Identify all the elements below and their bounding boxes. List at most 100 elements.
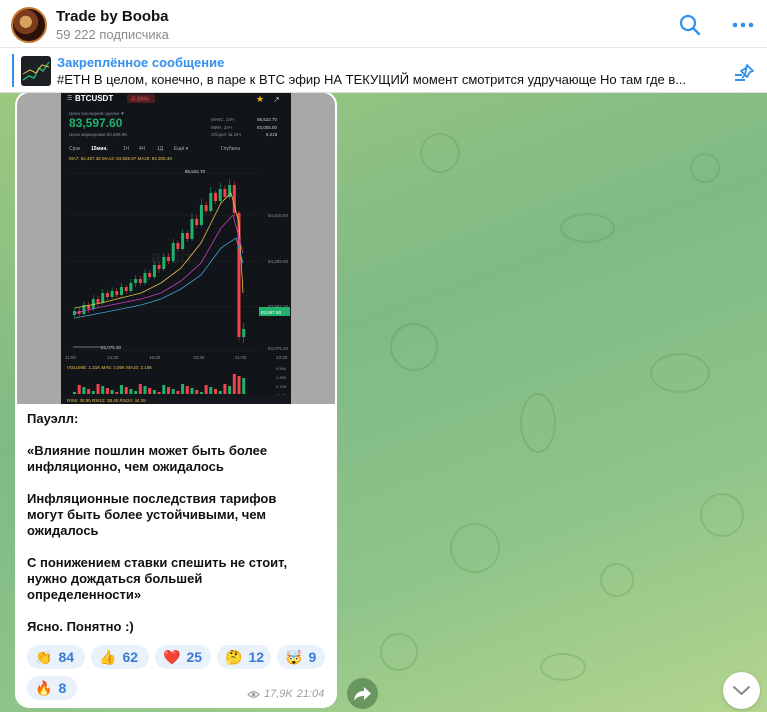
reaction-mind-blown[interactable]: 🤯 9 (277, 645, 325, 669)
candle-body (138, 279, 142, 283)
candle-body (115, 291, 119, 295)
volume-bar (148, 388, 152, 394)
volume-bar (232, 374, 236, 394)
candle-body (195, 219, 199, 225)
volume-bar (115, 392, 119, 394)
candle-body (105, 293, 109, 297)
svg-text:83,075.30: 83,075.30 (268, 346, 289, 351)
svg-text:18:30: 18:30 (193, 355, 205, 360)
candle-body (120, 287, 123, 295)
forward-arrow-icon (354, 687, 371, 701)
svg-text:84,299.00: 84,299.00 (268, 259, 289, 264)
svg-text:83,075.30: 83,075.30 (101, 345, 122, 350)
svg-text:1Ч: 1Ч (123, 146, 129, 152)
svg-text:МИН. 24Ч: МИН. 24Ч (211, 125, 232, 130)
pinned-thumbnail (21, 56, 51, 86)
candle-body (237, 213, 241, 337)
views-eye-icon (247, 690, 260, 698)
reaction-clap[interactable]: 👏 84 (27, 645, 85, 669)
candle-body (96, 299, 100, 303)
more-options-icon[interactable] (730, 12, 756, 38)
channel-avatar[interactable] (11, 7, 47, 43)
svg-text:13:30: 13:30 (107, 355, 119, 360)
volume-bar (209, 387, 213, 394)
share-out-icon: ↗ (273, 95, 280, 104)
svg-text:Глубина: Глубина (221, 146, 240, 152)
mark-price-label: Цена маркировки 83,599.96 (69, 132, 127, 137)
svg-text:Срок: Срок (69, 146, 81, 152)
candle-body (218, 189, 222, 201)
message-text: Пауэлл: «Влияние пошлин может быть более… (27, 411, 327, 651)
reaction-heart[interactable]: ❤️ 25 (155, 645, 211, 669)
reaction-count: 25 (186, 649, 203, 665)
mind-blown-icon: 🤯 (285, 648, 303, 665)
favorite-star-icon: ★ (256, 94, 264, 104)
channel-title[interactable]: Trade by Booba (56, 8, 169, 25)
volume-bar (167, 387, 170, 394)
svg-text:2.19K: 2.19K (276, 384, 287, 389)
candle-body (214, 193, 217, 201)
volume-bar (190, 388, 194, 394)
view-count: 17,9K (264, 688, 293, 700)
volume-bar (199, 392, 203, 394)
volume-bar (82, 387, 86, 394)
pinned-text: #ETH В целом, конечно, в паре к BTC эфир… (57, 72, 687, 87)
pinned-indicator (12, 54, 14, 87)
reaction-fire[interactable]: 🔥 8 (27, 676, 77, 700)
candle-body (176, 243, 180, 249)
svg-text:4Ч: 4Ч (139, 146, 145, 152)
pinned-list-icon[interactable] (733, 61, 757, 83)
chevron-down-icon (733, 686, 750, 695)
reaction-count: 62 (122, 649, 139, 665)
volume-bar (218, 391, 222, 394)
svg-text:RSI6: 30.95 RSI12: 38.45 RSI: RSI6: 30.95 RSI12: 38.45 RSI24: 44.35 (67, 398, 146, 403)
message-time: 21:04 (296, 688, 325, 700)
svg-text:23:30: 23:30 (276, 355, 288, 360)
candle-body (209, 193, 213, 211)
chat-header: Trade by Booba 59 222 подписчика (0, 0, 767, 48)
candle-body (242, 329, 246, 337)
svg-text:21:00: 21:00 (235, 355, 247, 360)
message-meta: 17,9K 21:04 (247, 688, 324, 700)
volume-bar (91, 391, 95, 394)
thinking-face-icon: 🤔 (225, 648, 243, 665)
svg-text:85,522.70: 85,522.70 (257, 117, 278, 122)
svg-text:15мин.: 15мин. (91, 146, 108, 152)
volume-bar (129, 389, 133, 394)
search-icon[interactable] (677, 12, 703, 38)
pinned-message-bar[interactable]: Закреплённое сообщение #ETH В целом, кон… (0, 48, 767, 93)
reaction-count: 84 (58, 649, 75, 665)
volume-bar (73, 392, 76, 394)
candle-body (199, 205, 203, 225)
candle-body (157, 265, 161, 269)
forward-button[interactable] (347, 678, 378, 709)
axis-high: 85,522.70 (185, 169, 206, 174)
scroll-down-button[interactable] (723, 672, 760, 709)
heart-icon: ❤️ (163, 648, 181, 665)
volume-bar (152, 390, 156, 394)
volume-bar (195, 390, 199, 394)
candle-body (171, 243, 175, 261)
reaction-thinking[interactable]: 🤔 12 (217, 645, 271, 669)
svg-text:VOLUME: 1.31K MA5: 3.05K MA1: VOLUME: 1.31K MA5: 3.05K MA10: 2.10K (67, 365, 152, 370)
svg-text:16:00: 16:00 (149, 355, 161, 360)
candle-body (134, 279, 138, 283)
reaction-thumbs-up[interactable]: 👍 62 (91, 645, 149, 669)
volume-bar (223, 384, 227, 394)
chart-screenshot: ☰ BTCUSDT -0.96% ★ ↗ Цена последней сдел… (61, 93, 291, 404)
volume-bar (134, 391, 138, 394)
message-paragraph: Пауэлл: (27, 411, 79, 426)
candle-body (152, 265, 156, 277)
message-paragraph: «Влияние пошлин может быть более инфляци… (27, 443, 268, 474)
change-label: -0.96% (130, 97, 150, 103)
volume-bar (101, 386, 105, 394)
pinned-title: Закреплённое сообщение (57, 55, 225, 70)
candle-body (101, 293, 105, 303)
message-photo[interactable]: ☰ BTCUSDT -0.96% ★ ↗ Цена последней сдел… (17, 93, 335, 404)
message-paragraph: Ясно. Понятно :) (27, 619, 134, 634)
message-bubble[interactable]: ☰ BTCUSDT -0.96% ★ ↗ Цена последней сдел… (15, 93, 337, 708)
volume-bar (77, 385, 81, 394)
reaction-count: 12 (248, 649, 265, 665)
candle-body (223, 189, 227, 197)
volume-bar (157, 392, 161, 394)
